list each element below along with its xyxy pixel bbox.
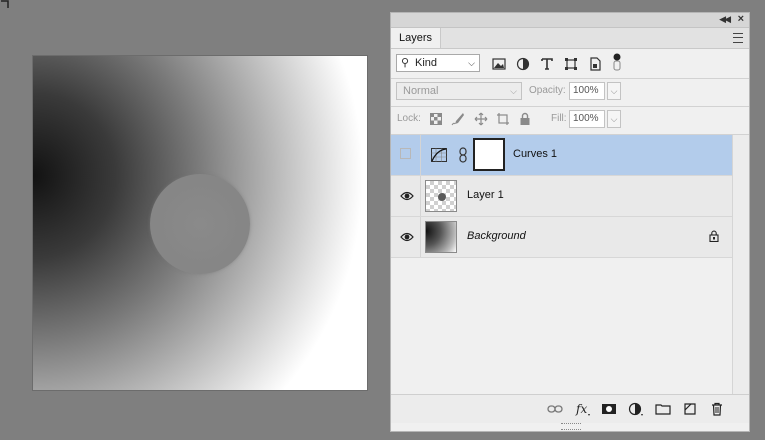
tab-layers[interactable]: Layers xyxy=(391,28,442,48)
layer-row-layer1[interactable]: Layer 1 xyxy=(391,176,733,217)
thumbnail-dot xyxy=(438,193,446,201)
new-adjustment-icon[interactable] xyxy=(628,401,644,417)
layer-thumbnail[interactable] xyxy=(425,221,457,253)
panel-tab-bar: Layers xyxy=(391,28,749,49)
image-filter-icon[interactable] xyxy=(492,57,506,71)
eye-icon[interactable] xyxy=(400,231,414,243)
blend-mode-value: Normal xyxy=(403,85,439,97)
layer-mask-thumbnail[interactable] xyxy=(473,138,505,171)
eye-icon[interactable] xyxy=(400,190,414,202)
layer-name[interactable]: Background xyxy=(467,230,526,242)
lock-image-pixels-icon[interactable] xyxy=(451,112,465,126)
canvas-gray-circle xyxy=(150,174,250,274)
layers-scrollbar[interactable] xyxy=(732,135,749,399)
opacity-input[interactable]: 100% xyxy=(569,82,605,100)
new-group-icon[interactable] xyxy=(655,401,671,417)
blend-row: Normal ⌵ Opacity: 100% ⌵ xyxy=(391,78,749,107)
layer-thumbnail[interactable] xyxy=(425,180,457,212)
lock-label: Lock: xyxy=(397,113,421,124)
cursor-corner-mark xyxy=(1,0,9,8)
adjustment-filter-icon[interactable] xyxy=(516,57,530,71)
opacity-label: Opacity: xyxy=(529,85,566,96)
new-layer-icon[interactable] xyxy=(682,401,698,417)
lock-position-icon[interactable] xyxy=(474,112,488,126)
layer-row-background[interactable]: Background xyxy=(391,217,733,258)
collapse-panel-icon[interactable]: ◀◀ xyxy=(719,14,731,25)
panel-title-bar[interactable]: ◀◀ × xyxy=(391,13,749,28)
layers-panel: ◀◀ × Layers ⚲ Kind ⌵ Normal ⌵ Opacity: 1… xyxy=(390,12,750,432)
layers-list: Curves 1 Layer 1 Background xyxy=(391,135,733,258)
fill-label: Fill: xyxy=(551,113,567,124)
blend-mode-select[interactable]: Normal ⌵ xyxy=(396,82,522,100)
visibility-column-divider xyxy=(420,217,421,257)
link-layers-icon[interactable] xyxy=(547,401,563,417)
lock-artboard-icon[interactable] xyxy=(496,112,510,126)
fx-icon[interactable]: fx xyxy=(575,401,591,417)
link-chain-icon[interactable] xyxy=(459,147,467,163)
layer-name[interactable]: Curves 1 xyxy=(513,148,557,160)
chevron-down-icon: ⌵ xyxy=(510,86,517,96)
add-mask-icon[interactable] xyxy=(601,401,617,417)
filter-row: ⚲ Kind ⌵ xyxy=(391,50,749,79)
layer-row-curves[interactable]: Curves 1 xyxy=(391,135,733,176)
layers-footer-toolbar: fx xyxy=(391,394,749,423)
lock-row: Lock: Fill: 100% ⌵ xyxy=(391,106,749,135)
opacity-dropdown-button[interactable]: ⌵ xyxy=(607,82,621,100)
fill-dropdown-button[interactable]: ⌵ xyxy=(607,110,621,128)
kind-filter-label: Kind xyxy=(415,57,438,69)
delete-layer-icon[interactable] xyxy=(709,401,725,417)
search-icon: ⚲ xyxy=(401,57,410,69)
panel-menu-icon[interactable] xyxy=(733,33,743,43)
shape-filter-icon[interactable] xyxy=(564,57,578,71)
visibility-column-divider xyxy=(420,135,421,175)
lock-all-icon[interactable] xyxy=(518,112,532,126)
chevron-down-icon: ⌵ xyxy=(468,58,475,68)
type-filter-icon[interactable] xyxy=(540,57,554,71)
lock-icon[interactable] xyxy=(709,230,719,242)
close-icon[interactable]: × xyxy=(738,13,744,25)
filter-toggle-icon[interactable] xyxy=(612,53,622,71)
panel-resize-grip[interactable] xyxy=(561,423,581,430)
visibility-toggle-off[interactable] xyxy=(400,148,411,159)
document-canvas[interactable] xyxy=(33,56,367,390)
fill-input[interactable]: 100% xyxy=(569,110,605,128)
svg-text:fx: fx xyxy=(575,402,587,416)
smart-object-filter-icon[interactable] xyxy=(588,57,602,71)
layer-name[interactable]: Layer 1 xyxy=(467,189,504,201)
kind-filter-select[interactable]: ⚲ Kind ⌵ xyxy=(396,54,480,72)
curves-adjustment-icon xyxy=(431,148,447,162)
visibility-column-divider xyxy=(420,176,421,216)
lock-transparent-pixels-icon[interactable] xyxy=(429,112,443,126)
